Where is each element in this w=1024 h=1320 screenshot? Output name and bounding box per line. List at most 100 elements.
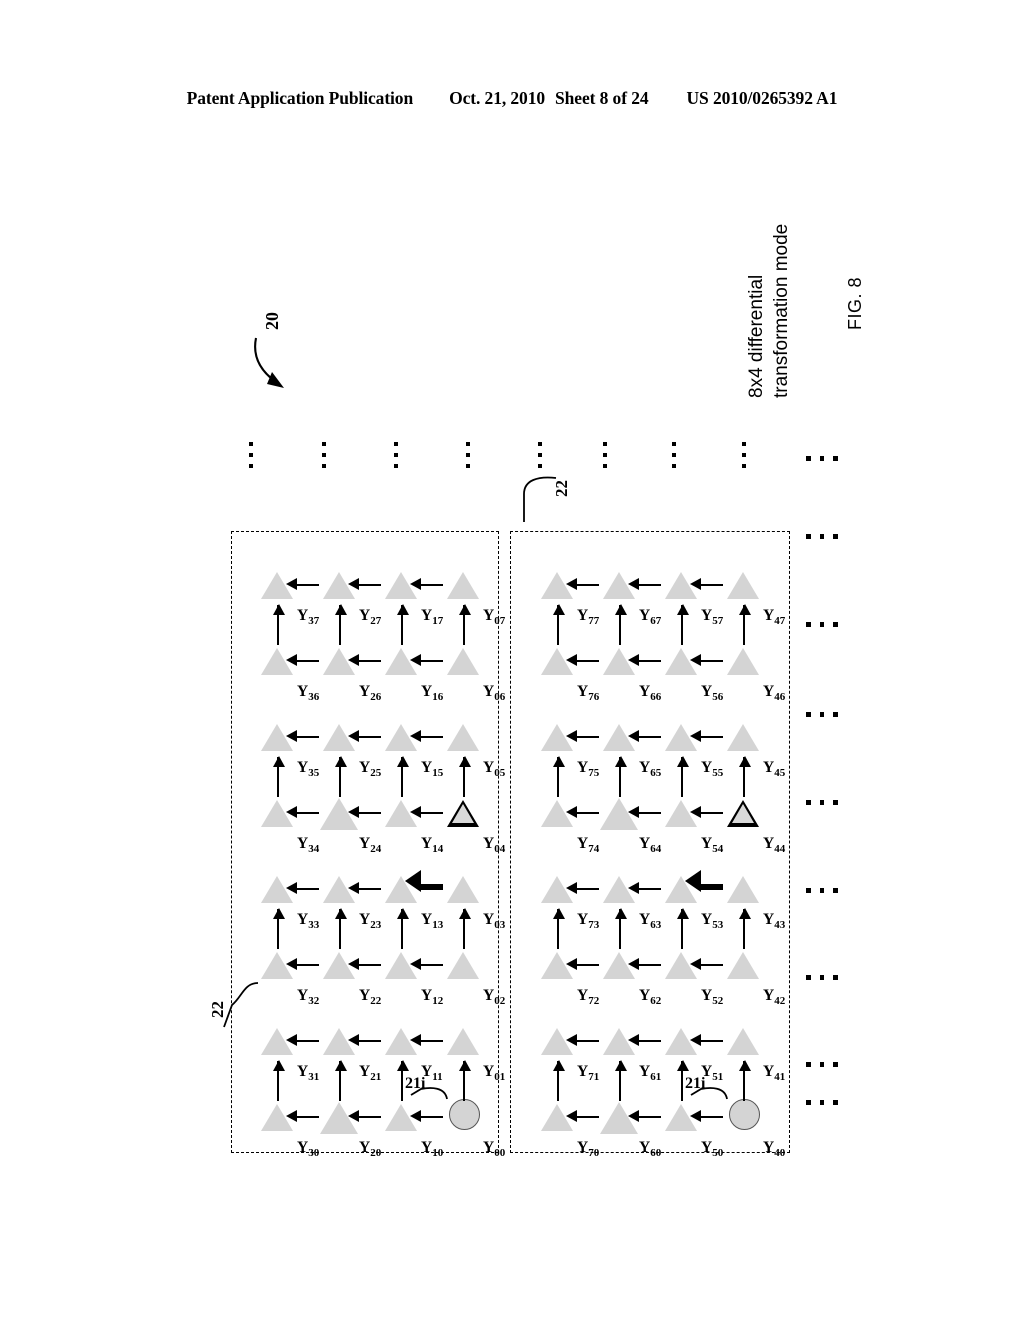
node-label-y55: Y55 — [701, 759, 724, 780]
reference-20-leader-arrow — [254, 337, 284, 388]
node-label-y65: Y65 — [639, 759, 662, 780]
arrow-vertical-y20 — [297, 1116, 319, 1118]
reference-20-label: 20 — [262, 312, 282, 330]
node-label-y07: Y07 — [483, 607, 506, 628]
node-y51 — [661, 1019, 701, 1059]
node-y31 — [257, 1019, 297, 1059]
arrow-vertical-y27 — [297, 584, 319, 586]
node-y33 — [257, 867, 297, 907]
vertical-ellipsis — [603, 442, 607, 475]
triangle-node-y10 — [385, 1104, 417, 1131]
horizontal-ellipsis — [806, 800, 838, 805]
node-y60 — [599, 1095, 639, 1135]
triangle-node-y26 — [323, 648, 355, 675]
arrow-vertical-y52 — [639, 964, 661, 966]
triangle-fill — [452, 804, 474, 823]
node-y20 — [319, 1095, 359, 1135]
node-y77 — [537, 563, 577, 603]
triangle-node-y27 — [323, 572, 355, 599]
arrow-vertical-y63 — [577, 888, 599, 890]
circle-node-y00 — [449, 1099, 480, 1130]
horizontal-ellipsis — [806, 1062, 838, 1067]
triangle-node-y01 — [447, 1028, 479, 1055]
node-y40 — [723, 1095, 763, 1135]
node-label-y72: Y72 — [577, 987, 600, 1008]
triangle-node-y70 — [541, 1104, 573, 1131]
node-y64 — [599, 791, 639, 831]
arrow-horizontal-y24 — [339, 757, 341, 797]
arrow-vertical-y06 — [421, 660, 443, 662]
vertical-ellipsis — [538, 442, 542, 475]
horizontal-ellipsis — [806, 888, 838, 893]
node-y41 — [723, 1019, 763, 1059]
arrow-horizontal-y32 — [277, 909, 279, 949]
callout-21i-right: 21i — [685, 1067, 734, 1101]
arrow-horizontal-y74 — [557, 757, 559, 797]
node-y24 — [319, 791, 359, 831]
arrow-vertical-y43 — [701, 884, 723, 890]
node-label-y33: Y33 — [297, 911, 320, 932]
triangle-node-y45 — [727, 724, 759, 751]
arrow-vertical-y25 — [297, 736, 319, 738]
node-y70 — [537, 1095, 577, 1135]
triangle-node-y42 — [727, 952, 759, 979]
node-label-y64: Y64 — [639, 835, 662, 856]
node-label-y62: Y62 — [639, 987, 662, 1008]
triangle-node-y12 — [385, 952, 417, 979]
node-y76 — [537, 639, 577, 679]
mode-caption: 8x4 differential transformation mode — [744, 224, 794, 398]
arrow-vertical-y15 — [359, 736, 381, 738]
node-y63 — [599, 867, 639, 907]
triangle-node-y03 — [447, 876, 479, 903]
node-label-y21: Y21 — [359, 1063, 382, 1084]
arrow-horizontal-y54 — [681, 757, 683, 797]
arrow-vertical-y01 — [421, 1040, 443, 1042]
triangle-node-y65 — [603, 724, 635, 751]
arrow-vertical-y51 — [639, 1040, 661, 1042]
horizontal-ellipsis — [806, 712, 838, 717]
triangle-node-y44 — [719, 791, 767, 831]
arrow-horizontal-y52 — [681, 909, 683, 949]
vertical-ellipsis — [742, 442, 746, 475]
arrow-vertical-y67 — [577, 584, 599, 586]
node-label-y44: Y44 — [763, 835, 786, 856]
vertical-ellipsis — [466, 442, 470, 475]
node-y13 — [381, 867, 421, 907]
arrow-vertical-y00 — [421, 1116, 443, 1118]
arrow-horizontal-y04 — [463, 757, 465, 797]
arrow-horizontal-y06 — [463, 605, 465, 645]
node-label-y30: Y30 — [297, 1139, 320, 1160]
triangle-node-y17 — [385, 572, 417, 599]
arrow-horizontal-y40 — [743, 1061, 745, 1101]
triangle-node-y52 — [665, 952, 697, 979]
node-y46 — [723, 639, 763, 679]
triangle-node-y77 — [541, 572, 573, 599]
node-label-y20: Y20 — [359, 1139, 382, 1160]
node-label-y56: Y56 — [701, 683, 724, 704]
triangle-node-y66 — [603, 648, 635, 675]
arrow-vertical-y04 — [421, 812, 443, 814]
triangle-node-y74 — [541, 800, 573, 827]
node-label-y00: Y00 — [483, 1139, 506, 1160]
node-label-y74: Y74 — [577, 835, 600, 856]
node-y07 — [443, 563, 483, 603]
node-y02 — [443, 943, 483, 983]
node-y11 — [381, 1019, 421, 1059]
triangle-node-y75 — [541, 724, 573, 751]
triangle-node-y13 — [385, 876, 417, 903]
arrow-vertical-y61 — [577, 1040, 599, 1042]
node-label-y25: Y25 — [359, 759, 382, 780]
arrow-vertical-y55 — [639, 736, 661, 738]
figure-caption: FIG. 8 — [845, 276, 865, 330]
vertical-ellipsis — [394, 442, 398, 475]
arrow-horizontal-y42 — [743, 909, 745, 949]
triangle-node-y23 — [323, 876, 355, 903]
arrow-horizontal-y72 — [557, 909, 559, 949]
node-label-y16: Y16 — [421, 683, 444, 704]
callout-21i-label-left: 21i — [405, 1075, 426, 1092]
arrow-vertical-y02 — [421, 964, 443, 966]
node-y17 — [381, 563, 421, 603]
node-y36 — [257, 639, 297, 679]
node-label-y34: Y34 — [297, 835, 320, 856]
mode-caption-line1: 8x4 differential — [746, 274, 767, 398]
